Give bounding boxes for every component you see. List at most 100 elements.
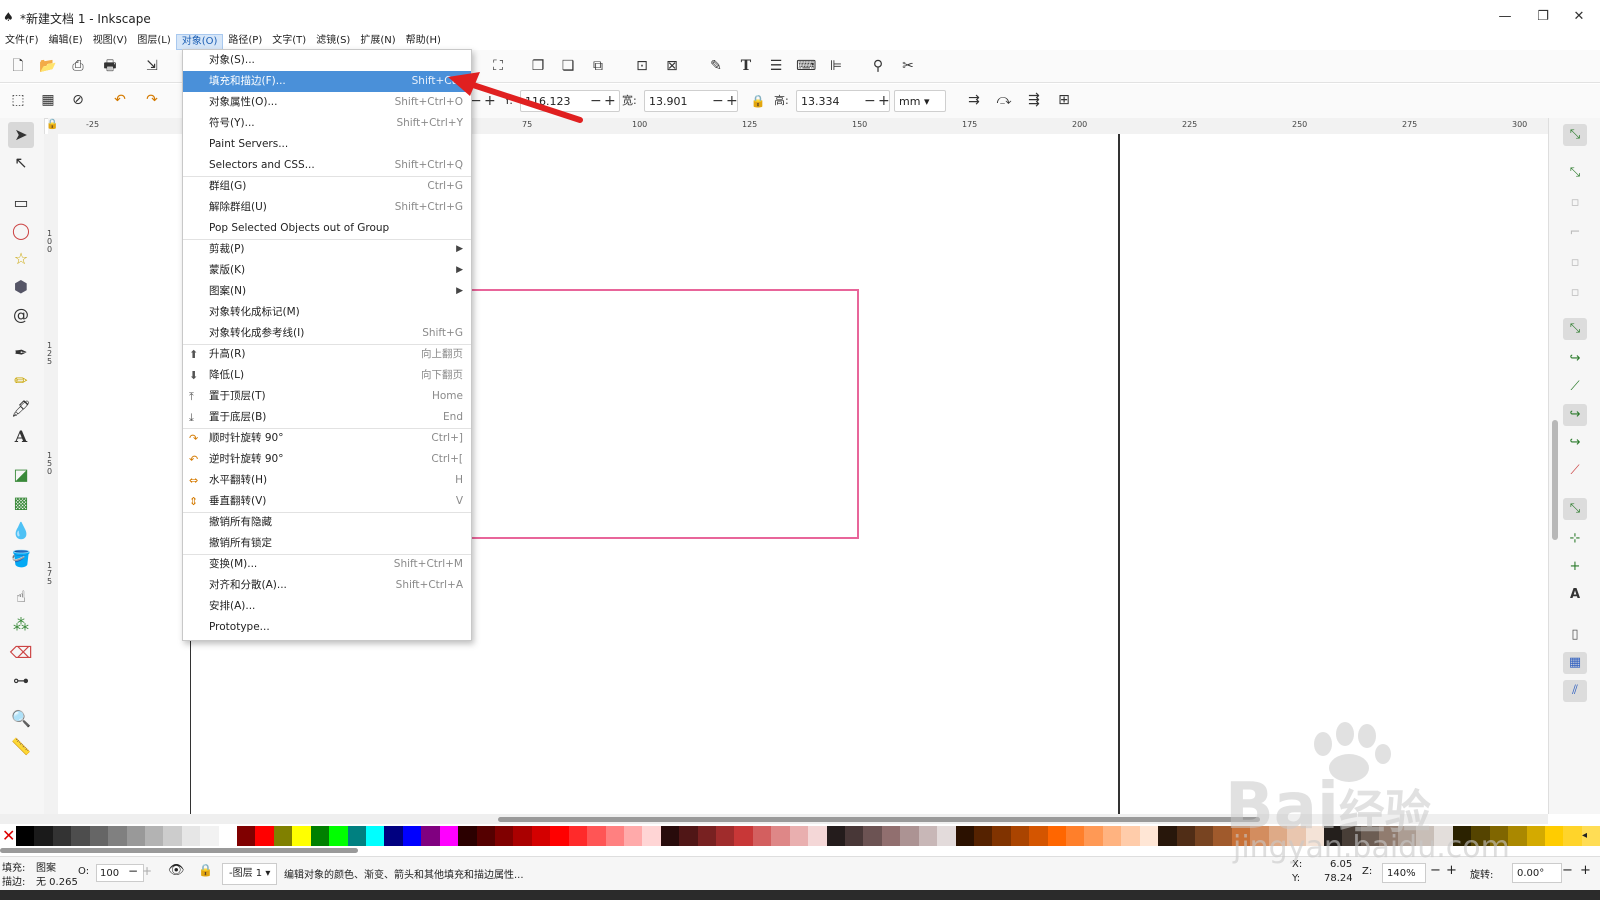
snap-cusp-nodes-icon[interactable]: ↪ [1563, 404, 1587, 426]
layer-select[interactable]: -图层 1 ▾ [222, 863, 278, 885]
menu-layer[interactable]: 图层(L) [132, 34, 175, 48]
node-tool-icon[interactable]: ↖ [8, 150, 34, 176]
opacity-increment-button[interactable]: + [142, 864, 152, 878]
menu-edit[interactable]: 编辑(E) [44, 34, 88, 48]
horizontal-scrollbar[interactable] [498, 817, 1260, 822]
opacity-decrement-button[interactable]: − [128, 864, 138, 878]
snap-nodes-icon[interactable]: ⤡ [1563, 318, 1587, 340]
rectangle-tool-icon[interactable]: ▭ [8, 190, 34, 216]
object-menu-item[interactable]: 对象转化成参考线(I) Shift+G [183, 323, 471, 344]
color-swatch[interactable] [789, 826, 809, 846]
menu-file[interactable]: 文件(F) [0, 34, 44, 48]
snap-bbox-corner-icon[interactable]: ⌐ [1563, 222, 1587, 244]
deselect-icon[interactable]: ⊘ [68, 90, 88, 110]
new-document-icon[interactable]: 🗋 [8, 56, 28, 76]
vertical-scrollbar[interactable] [1552, 420, 1558, 540]
ruler-lock-icon[interactable]: 🔒 [46, 119, 58, 130]
spiral-tool-icon[interactable]: @ [8, 302, 34, 328]
color-swatch[interactable] [679, 826, 698, 846]
object-menu-item[interactable]: 变换(M)... Shift+Ctrl+M [183, 554, 471, 575]
minimize-button[interactable]: — [1490, 6, 1520, 28]
menu-extensions[interactable]: 扩展(N) [355, 34, 400, 48]
snap-line-midpoints-icon[interactable]: ⟋ [1563, 460, 1587, 482]
object-menu-item[interactable]: Selectors and CSS... Shift+Ctrl+Q [183, 155, 471, 176]
select-all-icon[interactable]: ⬚ [8, 90, 28, 110]
color-swatch[interactable] [218, 826, 238, 846]
color-swatch[interactable] [255, 826, 274, 846]
import-icon[interactable]: ⇲ [142, 56, 162, 76]
palette-scrollbar[interactable] [0, 848, 358, 853]
color-swatch[interactable] [1176, 826, 1195, 846]
object-menu-item[interactable]: ↷ 顺时针旋转 90° Ctrl+] [183, 428, 471, 449]
snap-bbox-edge-icon[interactable]: ▫ [1563, 192, 1587, 214]
color-swatch[interactable] [292, 826, 311, 846]
ungroup-icon[interactable]: ⊠ [662, 56, 682, 76]
color-swatch[interactable] [402, 826, 422, 846]
object-menu-item[interactable]: 对齐和分散(A)... Shift+Ctrl+A [183, 575, 471, 596]
color-swatch[interactable] [1139, 826, 1159, 846]
color-swatch[interactable] [808, 826, 827, 846]
object-menu-item[interactable]: 填充和描边(F)... Shift+Ctrl [183, 71, 471, 92]
color-swatch[interactable] [955, 826, 974, 846]
snap-smooth-nodes-icon[interactable]: ↪ [1563, 432, 1587, 454]
color-swatch[interactable] [476, 826, 495, 846]
width-decrement-button[interactable]: − [712, 90, 724, 112]
menu-path[interactable]: 路径(P) [223, 34, 267, 48]
color-swatch[interactable] [1158, 826, 1177, 846]
ellipse-tool-icon[interactable]: ◯ [8, 218, 34, 244]
color-swatch[interactable] [844, 826, 864, 846]
width-field[interactable]: 13.901 [644, 90, 738, 112]
star-tool-icon[interactable]: ☆ [8, 246, 34, 272]
print-icon[interactable]: 🖶 [100, 56, 120, 76]
color-swatch[interactable] [550, 826, 569, 846]
align-distribute-icon[interactable]: ⊫ [826, 56, 846, 76]
group-icon[interactable]: ⊡ [632, 56, 652, 76]
color-swatch[interactable] [863, 826, 882, 846]
fill-value[interactable]: 图案 [36, 859, 56, 874]
color-swatch[interactable] [89, 826, 109, 846]
color-swatch[interactable] [200, 826, 219, 846]
mesh-tool-icon[interactable]: ▩ [8, 490, 34, 516]
text-font-icon[interactable]: T [736, 56, 756, 76]
color-swatch[interactable] [716, 826, 735, 846]
color-swatch[interactable] [900, 826, 919, 846]
move-patterns-icon[interactable]: ⊞ [1054, 90, 1074, 110]
spray-tool-icon[interactable]: ⁂ [8, 612, 34, 638]
3d-box-tool-icon[interactable]: ⬢ [8, 274, 34, 300]
color-swatch[interactable] [937, 826, 956, 846]
rotate-cw-icon[interactable]: ↷ [142, 90, 162, 110]
object-menu-item[interactable]: ⇔ 水平翻转(H) H [183, 470, 471, 491]
color-swatch[interactable] [752, 826, 772, 846]
object-menu-item[interactable]: ⤒ 置于顶层(T) Home [183, 386, 471, 407]
color-swatch[interactable] [697, 826, 717, 846]
color-swatch[interactable] [513, 826, 532, 846]
color-swatch[interactable] [1121, 826, 1140, 846]
snap-rotation-centers-icon[interactable]: + [1563, 556, 1587, 578]
color-swatch[interactable] [734, 826, 753, 846]
snap-others-icon[interactable]: ⤡ [1563, 498, 1587, 520]
pencil-tool-icon[interactable]: ✏ [8, 368, 34, 394]
height-increment-button[interactable]: + [878, 90, 890, 112]
connector-tool-icon[interactable]: ⊶ [8, 668, 34, 694]
layer-lock-icon[interactable]: 🔒 [198, 863, 213, 877]
restore-button[interactable]: ❐ [1528, 6, 1558, 28]
object-menu-item[interactable]: 对象(S)... [183, 50, 471, 71]
menu-view[interactable]: 视图(V) [88, 34, 133, 48]
menu-object[interactable]: 对象(O) [175, 34, 224, 50]
gradient-tool-icon[interactable]: ◪ [8, 462, 34, 488]
color-swatch[interactable] [992, 826, 1011, 846]
document-properties-icon[interactable]: ⚲ [868, 56, 888, 76]
height-decrement-button[interactable]: − [864, 90, 876, 112]
y-decrement-button[interactable]: − [590, 90, 602, 112]
snap-paths-icon[interactable]: ↪ [1563, 348, 1587, 370]
zoom-tool-icon[interactable]: 🔍 [8, 706, 34, 732]
color-swatch[interactable] [34, 826, 53, 846]
snap-grids-icon[interactable]: ▦ [1563, 652, 1587, 674]
snap-bbox-midpoint-icon[interactable]: ▫ [1563, 252, 1587, 274]
color-swatch[interactable] [605, 826, 624, 846]
no-paint-swatch[interactable]: ✕ [0, 826, 16, 846]
unit-select[interactable]: mm ▾ [894, 90, 946, 112]
color-swatch[interactable] [587, 826, 606, 846]
color-swatch[interactable] [623, 826, 643, 846]
color-swatch[interactable] [660, 826, 680, 846]
